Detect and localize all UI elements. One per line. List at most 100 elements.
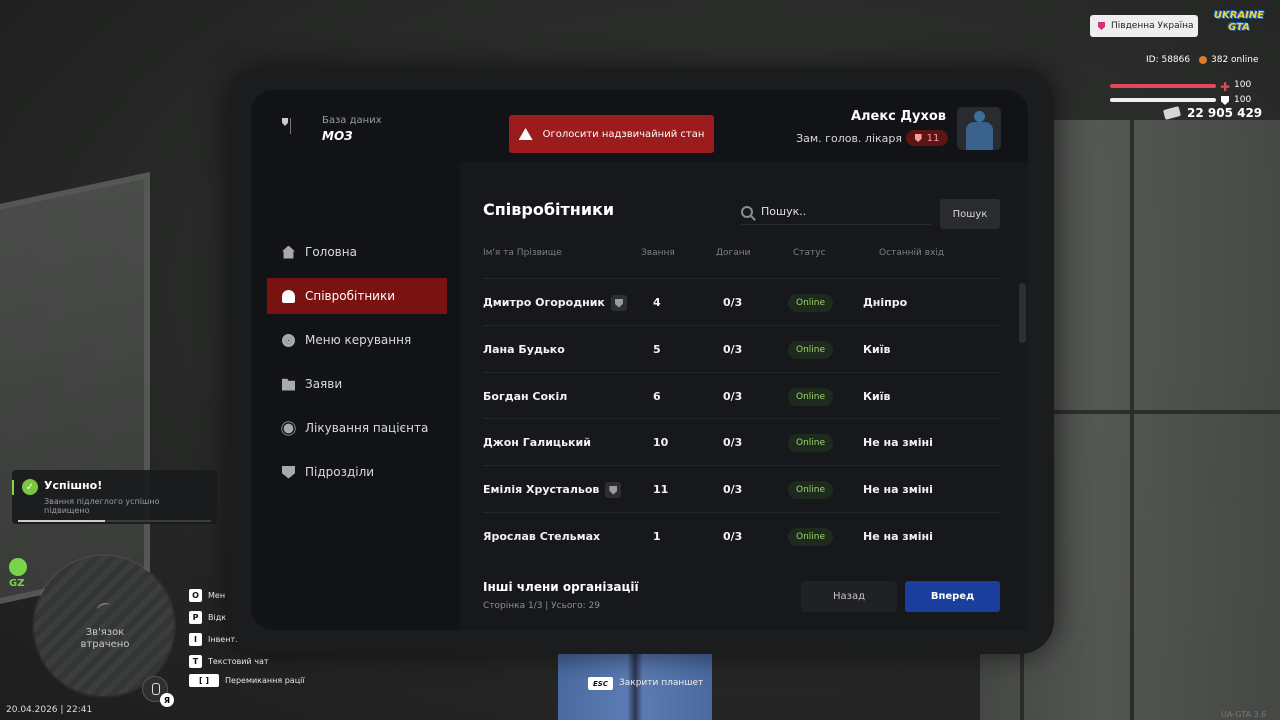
- ministry-emblem-icon: [282, 118, 288, 126]
- toast-title: Успішно!: [44, 479, 103, 492]
- employee-rank: 6: [653, 390, 661, 403]
- employee-name: Ярослав Стельмах: [483, 530, 601, 543]
- sidebar-item-control-menu[interactable]: Меню керування: [267, 322, 447, 358]
- money-value: 22 905 429: [1187, 106, 1263, 120]
- employee-warnings: 0/3: [723, 530, 743, 543]
- employee-name: Лана Будько: [483, 343, 565, 356]
- home-icon: [282, 245, 295, 259]
- greenzone-icon: [9, 558, 27, 576]
- employee-rank: 1: [653, 530, 661, 543]
- keybind-label: Мен: [208, 591, 226, 600]
- keybind-inventory: I Інвент.: [189, 633, 238, 646]
- keybind-open: P Відк: [189, 611, 226, 624]
- key-cap: [ ]: [189, 674, 219, 687]
- status-badge: Online: [788, 433, 834, 452]
- sidebar-item-label: Лікування пацієнта: [305, 421, 429, 435]
- sidebar-item-patient-treatment[interactable]: Лікування пацієнта: [267, 410, 447, 446]
- check-icon: ✓: [22, 479, 38, 495]
- employee-last-login: Не на зміні: [863, 530, 933, 543]
- keybind-menu: O Мен: [189, 589, 225, 602]
- search-input[interactable]: [761, 205, 921, 218]
- search-box: [741, 199, 931, 225]
- sidebar-item-label: Меню керування: [305, 333, 412, 347]
- folder-icon: [282, 378, 295, 391]
- keybind-label: Текстовий чат: [208, 657, 269, 666]
- column-header-status: Статус: [793, 248, 826, 258]
- ministry-logo: [282, 118, 314, 138]
- health-icon: ✚: [1220, 80, 1231, 94]
- table-row[interactable]: Дмитро Огородник 4 0/3 Online Дніпро: [483, 278, 1000, 325]
- status-badge: Online: [788, 387, 834, 406]
- sidebar-item-home[interactable]: Головна: [267, 234, 447, 270]
- employee-name: Джон Галицький: [483, 436, 591, 449]
- column-header-warnings: Догани: [716, 248, 751, 258]
- gear-icon: [282, 333, 295, 347]
- page-title: Співробітники: [483, 200, 615, 219]
- employee-warnings: 0/3: [723, 343, 743, 356]
- employee-last-login: Не на зміні: [863, 483, 933, 496]
- keybind-label: Відк: [208, 613, 227, 622]
- sidebar-item-label: Заяви: [305, 377, 343, 391]
- employee-name: Богдан Сокіл: [483, 390, 568, 403]
- table-row[interactable]: Лана Будько 5 0/3 Online Київ: [483, 325, 1000, 372]
- armor-bar: [1110, 98, 1216, 102]
- user-rank-badge: 11: [906, 130, 948, 146]
- game-logo: UKRAINE GTA: [1213, 10, 1265, 33]
- table-row[interactable]: Богдан Сокіл 6 0/3 Online Київ: [483, 372, 1000, 419]
- server-badge: Південна Україна: [1090, 15, 1198, 37]
- employee-rank: 4: [653, 296, 661, 309]
- keybind-radio: [ ] Перемикання рації: [189, 674, 305, 687]
- datetime: 20.04.2026 | 22:41: [6, 705, 93, 715]
- status-badge: Online: [788, 527, 834, 546]
- sidebar-item-applications[interactable]: Заяви: [267, 366, 447, 402]
- background-door: [0, 171, 150, 609]
- column-header-rank: Звання: [641, 248, 675, 258]
- users-icon: [282, 289, 295, 303]
- keybind-label: Перемикання рації: [225, 676, 305, 685]
- employee-name: Дмитро Огородник: [483, 296, 605, 309]
- user-badge-count: 11: [926, 132, 940, 144]
- signal-status: Зв'язок втрачено: [80, 627, 130, 650]
- next-button[interactable]: Вперед: [905, 581, 1000, 612]
- success-toast: ✓ Успішно! Звання підлеглого успішно під…: [12, 470, 217, 524]
- server-icon: [1098, 22, 1105, 30]
- avatar: [957, 107, 1001, 150]
- sidebar-item-label: Співробітники: [305, 289, 396, 303]
- employee-rank: 5: [653, 343, 661, 356]
- employee-name: Емілія Хрустальов: [483, 483, 600, 496]
- armor-icon: [1221, 96, 1229, 105]
- search-button[interactable]: Пошук: [940, 199, 1000, 229]
- sidebar-item-label: Головна: [305, 245, 357, 259]
- status-badge: Online: [788, 293, 834, 312]
- sun-icon: [283, 423, 294, 433]
- employee-last-login: Дніпро: [863, 296, 908, 309]
- column-header-name: Ім'я та Прізвище: [483, 248, 562, 258]
- zone-label: GZ: [9, 578, 25, 589]
- table-row[interactable]: Джон Галицький 10 0/3 Online Не на зміні: [483, 418, 1000, 465]
- money-icon: [1162, 106, 1182, 120]
- warning-icon: [518, 128, 533, 140]
- user-role: Зам. голов. лікаря: [796, 132, 902, 145]
- key-cap: I: [189, 633, 202, 646]
- sidebar-item-employees[interactable]: Співробітники: [267, 278, 447, 314]
- keybind-chat: T Текстовий чат: [189, 655, 269, 668]
- key-cap: O: [189, 589, 202, 602]
- esc-key[interactable]: ESC: [588, 677, 613, 690]
- table-row[interactable]: Емілія Хрустальов 11 0/3 Online Не на зм…: [483, 465, 1000, 512]
- back-button[interactable]: Назад: [801, 581, 897, 612]
- declare-emergency-label: Оголосити надзвичайний стан: [542, 128, 705, 140]
- key-cap: P: [189, 611, 202, 624]
- online-count: 382 online: [1211, 55, 1259, 65]
- shield-icon: [282, 465, 295, 479]
- version-label: UA-GTA 3.6: [1221, 710, 1267, 719]
- column-header-last-login: Останній вхід: [879, 248, 945, 258]
- table-row[interactable]: Ярослав Стельмах 1 0/3 Online Не на змін…: [483, 512, 1000, 559]
- table-scrollbar[interactable]: [1019, 283, 1026, 343]
- employee-last-login: Не на зміні: [863, 436, 933, 449]
- employee-last-login: Київ: [863, 390, 891, 403]
- sidebar-item-divisions[interactable]: Підрозділи: [267, 454, 447, 490]
- armor-value: 100: [1234, 95, 1252, 105]
- rank-shield-icon: [914, 134, 922, 142]
- employee-last-login: Київ: [863, 343, 891, 356]
- declare-emergency-button[interactable]: Оголосити надзвичайний стан: [509, 115, 714, 153]
